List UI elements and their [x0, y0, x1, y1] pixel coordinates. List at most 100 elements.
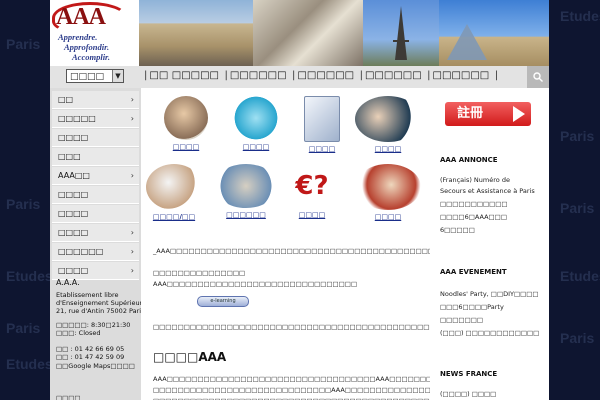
- tile-label: □□□□□□: [226, 211, 266, 219]
- tagline-line: Apprendre.: [58, 32, 98, 42]
- sidebar-item[interactable]: AAA□□ ›: [52, 167, 139, 185]
- tile-label: □□□□: [374, 145, 402, 153]
- bg-word: Etudes: [6, 268, 53, 284]
- banner-photo-eiffel: [363, 0, 439, 66]
- sidebar-item[interactable]: □□□□ ›: [52, 224, 139, 242]
- annonce-line[interactable]: 6□□□□□: [440, 224, 475, 236]
- language-select[interactable]: □□□□ ▼: [66, 69, 124, 83]
- tile-image: €?: [295, 171, 329, 201]
- nav-link[interactable]: □□ □□□□□: [149, 70, 219, 81]
- logo[interactable]: AAA Apprendre. Approfondir. Accomplir.: [50, 0, 139, 66]
- tile[interactable]: □□□□: [355, 96, 421, 153]
- tile-image: [355, 164, 421, 210]
- nav-separator: |: [494, 70, 499, 81]
- chevron-right-icon: ›: [130, 266, 134, 275]
- tile-label: □□□□: [308, 145, 336, 153]
- bg-word: Paris: [6, 320, 41, 336]
- top-nav: □□□□ ▼ | □□ □□□□□ | □□□□□□ | □□□□□□ | □□□□□□…: [50, 66, 549, 89]
- register-button[interactable]: 註冊: [445, 102, 531, 126]
- bg-word: Paris: [560, 200, 595, 216]
- annonce-line[interactable]: Secours et Assistance à Paris: [440, 185, 535, 197]
- intro-paragraph: _AAA□□□□□□□□□□□□□□□□□□□□□□□□□□□□□□□□□□□□…: [153, 247, 478, 255]
- nav-links: | □□ □□□□□ | □□□□□□ | □□□□□□ | □□□□□□ | □□□□□…: [142, 70, 500, 81]
- tile[interactable]: □□□□: [289, 96, 355, 153]
- sidebar-item-label: □□□□□□: [58, 247, 104, 256]
- louvre-pyramid-icon: [447, 24, 487, 60]
- tile-label: □□□□: [172, 143, 200, 151]
- tile-image: [304, 96, 340, 142]
- sidebar-item-label: □□□□: [58, 190, 89, 199]
- tile[interactable]: □□□□/□□: [141, 164, 207, 221]
- bg-word: Paris: [6, 196, 41, 212]
- sidebar: □□ › □□□□□ › □□□□ □□□ AAA□□ › □□□□ □□□□ □□□…: [50, 88, 145, 400]
- tile-image: [355, 96, 421, 142]
- nav-link[interactable]: □□□□□□: [433, 70, 490, 81]
- event-line[interactable]: □□□6□□□□Party: [440, 301, 504, 313]
- news-title: NEWS FRANCE: [440, 370, 498, 378]
- sidebar-item-label: □□□: [58, 152, 81, 161]
- annonce-line[interactable]: □□□□6□AAA□□□: [440, 211, 507, 223]
- bg-word: Paris: [560, 330, 595, 346]
- sidebar-item[interactable]: □□□: [52, 148, 139, 166]
- event-line[interactable]: Noodles' Party, □□DIY□□□□: [440, 288, 539, 300]
- sidebar-item-label: □□□□: [58, 266, 89, 275]
- chevron-right-icon: ›: [130, 171, 134, 180]
- sidebar-item[interactable]: □□□□□ ›: [52, 110, 139, 128]
- elearning-badge[interactable]: e-learning: [197, 296, 249, 307]
- right-column: 註冊 AAA ANNONCE (Français) Numéro de Seco…: [430, 88, 549, 400]
- nav-link[interactable]: □□□□□□: [230, 70, 287, 81]
- chevron-right-icon: ›: [130, 228, 134, 237]
- logo-mark: AAA: [56, 4, 106, 30]
- body-paragraph: □□□□□□□□□□□□□□□□□□□□□□□□□□□□□AAA□□□□□□□□…: [153, 386, 506, 394]
- nav-link[interactable]: □□□□□□: [297, 70, 354, 81]
- annonce-title: AAA ANNONCE: [440, 156, 498, 164]
- tagline-line: Accomplir.: [72, 52, 111, 62]
- tile-image: [164, 96, 208, 140]
- section-title: □□□□AAA: [153, 350, 227, 364]
- language-select-value: □□□□: [70, 72, 105, 82]
- tile[interactable]: □□□□□□: [213, 164, 279, 219]
- search-button[interactable]: [527, 66, 549, 88]
- sidebar-item[interactable]: □□□□: [52, 129, 139, 147]
- nav-separator: |: [292, 70, 296, 81]
- tile[interactable]: □□□□: [355, 164, 421, 221]
- event-line[interactable]: (□□□) □□□□□□□□□□□□: [440, 327, 539, 339]
- tile-label: □□□□: [242, 143, 270, 151]
- header-banner: [139, 0, 549, 66]
- bg-word: Paris: [6, 36, 41, 52]
- bg-word: Etudes: [560, 268, 600, 284]
- chevron-down-icon: ▼: [112, 70, 123, 82]
- banner-photo-classroom: [253, 0, 363, 66]
- eiffel-tower-icon: [393, 6, 409, 60]
- banner-photo-opera: [139, 0, 253, 66]
- main-content: □□□□ □□□□ □□□□ □□□□ □□□□/□□ □□□□□□ €? □□…: [141, 88, 506, 400]
- sidebar-item[interactable]: □□ ›: [52, 91, 139, 109]
- nav-link[interactable]: □□□□□□: [365, 70, 422, 81]
- page-container: AAA Apprendre. Approfondir. Accomplir. □…: [50, 0, 549, 400]
- banner-photo-louvre: [439, 0, 549, 66]
- opening-hours: □□□: Closed: [56, 329, 101, 337]
- google-maps-link[interactable]: □□Google Maps□□□□: [56, 362, 135, 371]
- register-button-label: 註冊: [457, 106, 484, 121]
- sidebar-item[interactable]: □□□□: [52, 186, 139, 204]
- news-line[interactable]: (□□□□) □□□□: [440, 388, 496, 400]
- annonce-line[interactable]: □□□□□□□□□□□: [440, 198, 508, 210]
- tile[interactable]: €? □□□□: [279, 164, 345, 219]
- chevron-right-icon: ›: [130, 95, 134, 104]
- intro-paragraph: □□□□□□□□□□□□□□□□□□□□□□□□□□□□□□□□□□□□□□□□…: [153, 323, 467, 331]
- tile[interactable]: □□□□: [223, 96, 289, 151]
- header: AAA Apprendre. Approfondir. Accomplir.: [50, 0, 549, 66]
- body-paragraph: □□□□□□□□□□□□□□□□□□□□□□□□□□□□□□□□□□□□□□□□…: [153, 396, 485, 400]
- sidebar-item[interactable]: □□□□□□ ›: [52, 243, 139, 261]
- sidebar-item-label: □□□□: [58, 228, 89, 237]
- tagline-line: Approfondir.: [64, 42, 110, 52]
- bg-word: Etudes: [6, 356, 53, 372]
- event-line[interactable]: □□□□□□□: [440, 314, 483, 326]
- evenement-title: AAA EVENEMENT: [440, 268, 507, 276]
- sidebar-item[interactable]: □□□□: [52, 205, 139, 223]
- school-name: A.A.A.: [56, 278, 80, 287]
- nav-separator: |: [427, 70, 431, 81]
- sidebar-item-label: □□□□: [58, 209, 89, 218]
- tile-image: [232, 96, 280, 140]
- tile[interactable]: □□□□: [153, 96, 219, 151]
